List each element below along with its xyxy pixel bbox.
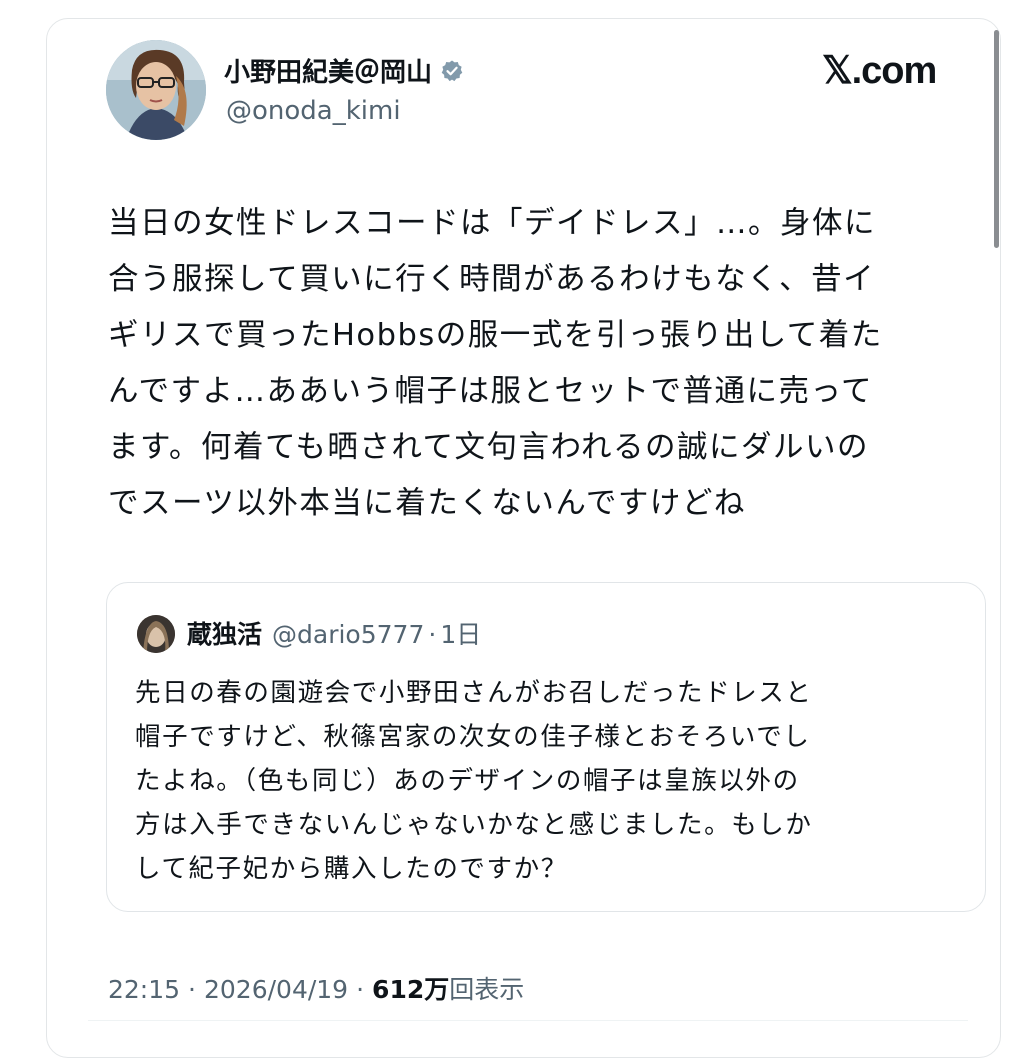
quoted-separator: · [428,620,437,649]
divider [88,1020,968,1021]
verified-badge-icon [440,59,464,83]
quoted-author-avatar[interactable] [137,615,175,653]
quoted-display-name[interactable]: 蔵独活 [187,615,262,651]
scrollbar[interactable] [994,30,999,248]
tweet-meta: 22:15 · 2026/04/19 · 612万 回表示 [108,970,524,1006]
quoted-timestamp[interactable]: 1日 [440,615,481,651]
quoted-text: 先日の春の園遊会で小野田さんがお召しだったドレスと 帽子ですけど、秋篠宮家の次女… [135,678,813,884]
tweet-text: 当日の女性ドレスコードは「デイドレス」…。身体に 合う服探して買いに行く時間があ… [108,206,883,521]
meta-separator: · [356,975,365,1004]
tweet-time[interactable]: 22:15 [108,975,180,1004]
x-logo[interactable]: 𝕏.com [822,48,937,93]
quoted-handle[interactable]: @dario5777 [272,620,424,649]
author-avatar[interactable] [106,40,206,140]
quoted-tweet[interactable]: 蔵独活 @dario5777 · 1日 先日の春の園遊会で小野田さんがお召しだっ… [106,582,986,912]
author-name-row: 小野田紀美＠岡山 [224,52,464,89]
view-count-label: 回表示 [449,975,525,1004]
meta-separator: · [188,975,196,1004]
author-handle[interactable]: @onoda_kimi [226,96,401,126]
quoted-header: 蔵独活 @dario5777 · 1日 [187,615,481,651]
tweet-date[interactable]: 2026/04/19 [204,975,348,1004]
view-count: 612万 [372,975,450,1004]
author-display-name[interactable]: 小野田紀美＠岡山 [224,52,432,89]
